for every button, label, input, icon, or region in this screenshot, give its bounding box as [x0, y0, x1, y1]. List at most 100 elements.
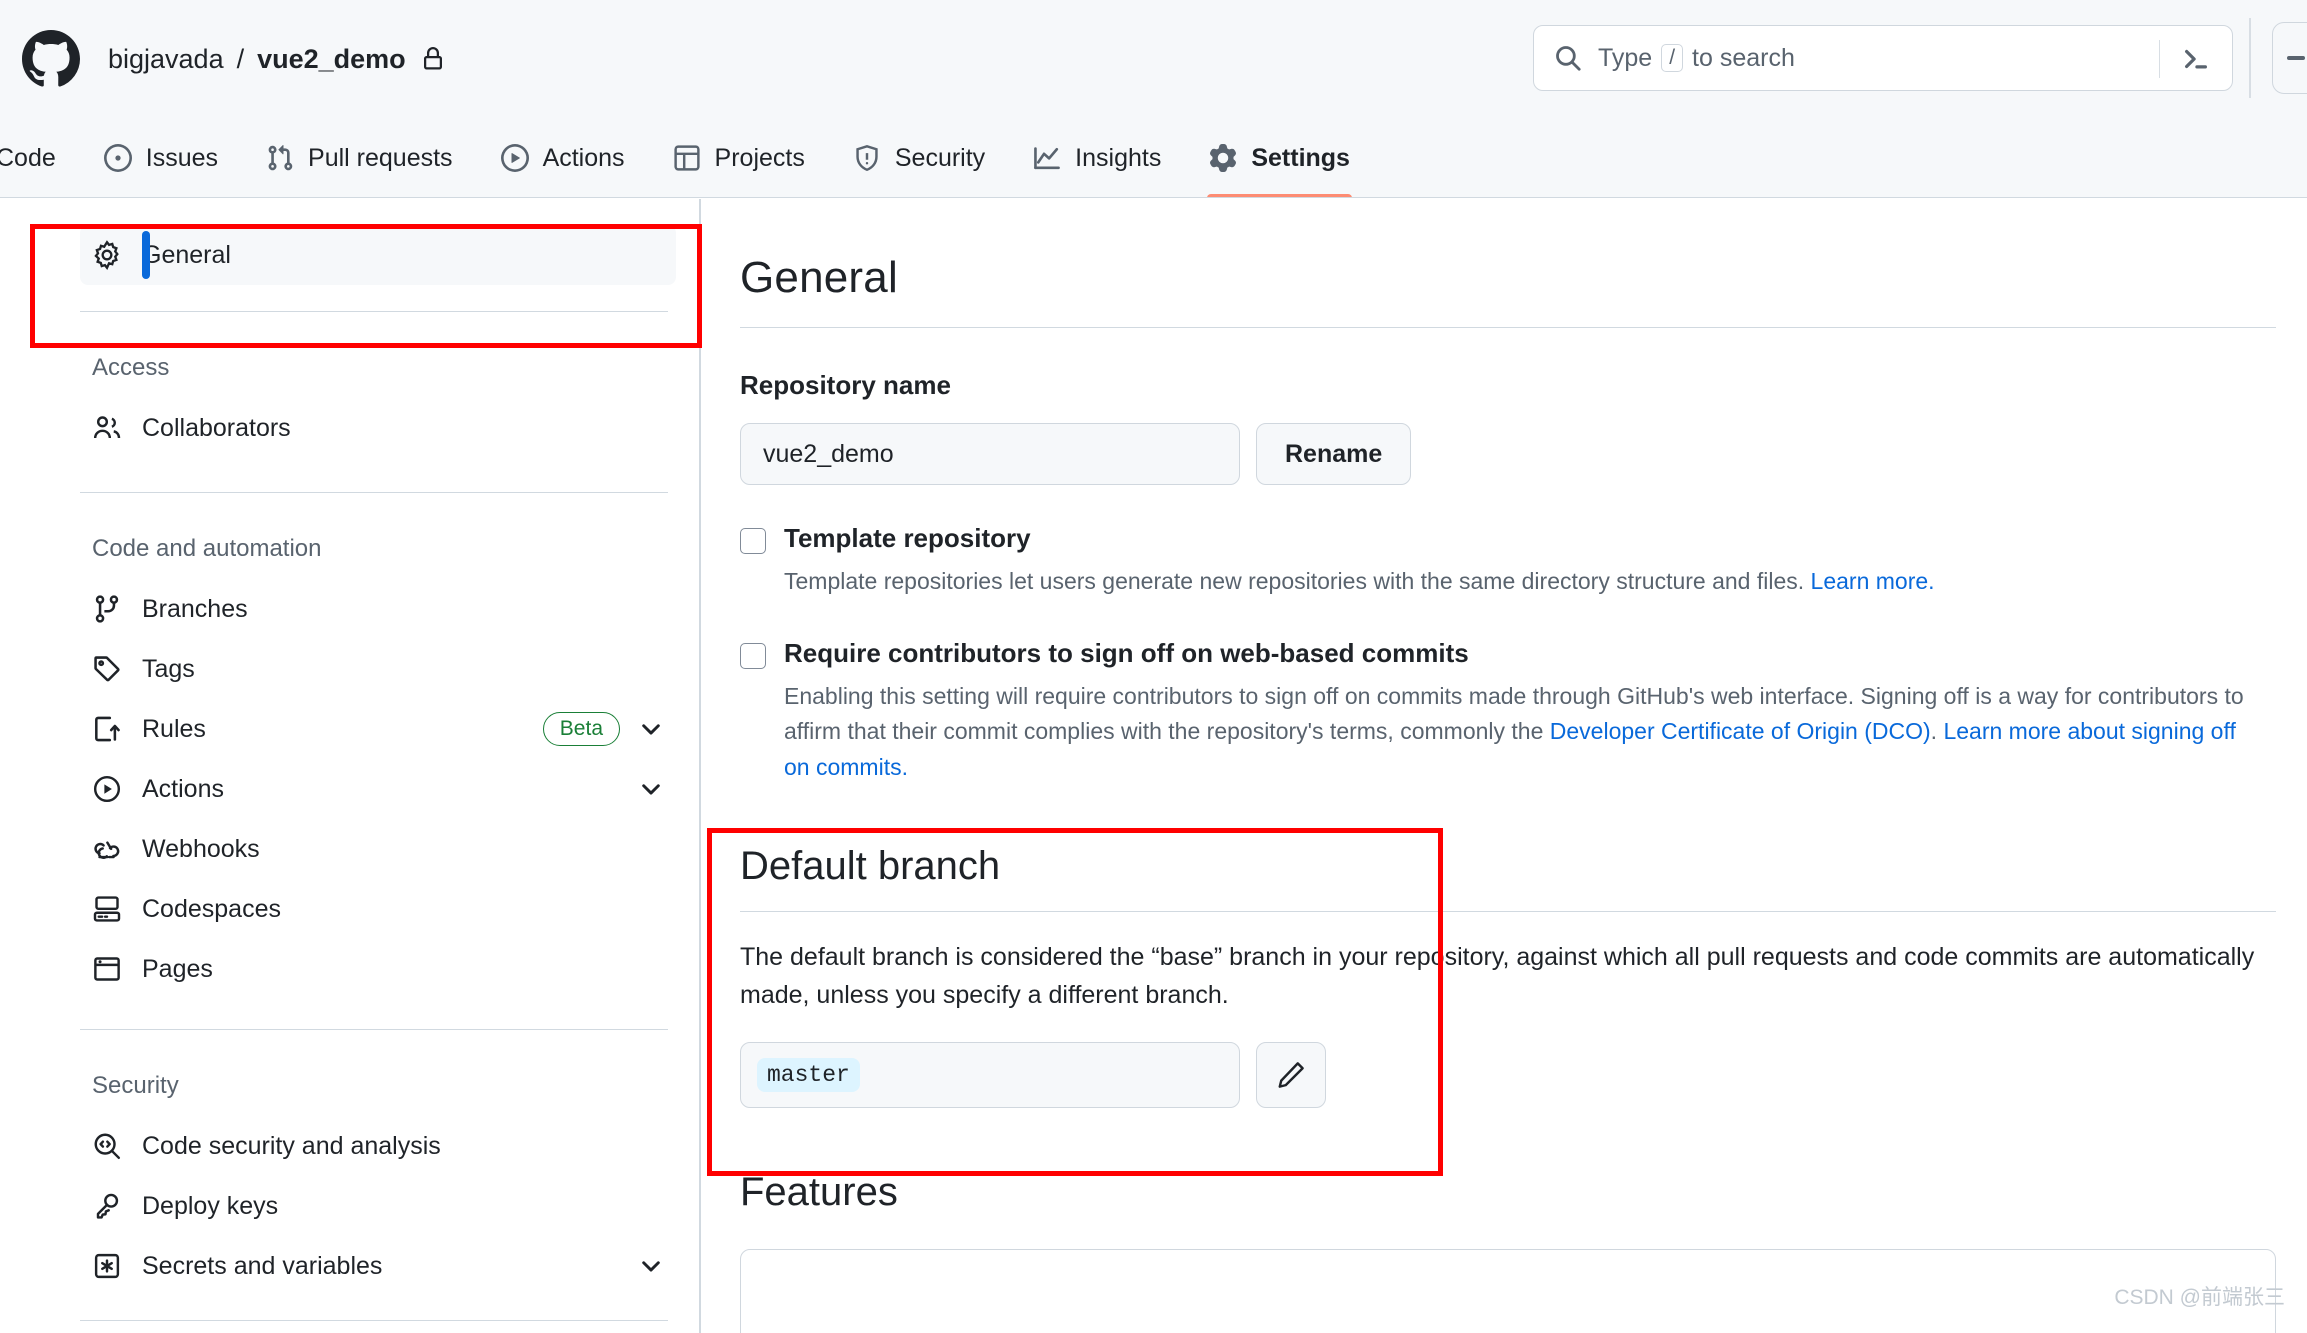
template-repository-learn-more-link[interactable]: Learn more. [1811, 568, 1935, 594]
sidebar-group-code-automation-title: Code and automation [92, 535, 322, 562]
sidebar-item-secrets-right [620, 1253, 664, 1279]
search-placeholder: Type / to search [1598, 44, 1795, 73]
tab-code[interactable]: Code [0, 118, 80, 198]
template-repository-setting: Template repository Template repositorie… [740, 523, 2307, 600]
header-overflow-button[interactable] [2272, 22, 2307, 94]
sidebar-item-branches[interactable]: Branches [80, 579, 676, 639]
page-title: General [740, 253, 898, 302]
tab-insights-label: Insights [1075, 143, 1162, 172]
chevron-down-icon[interactable] [638, 776, 664, 802]
sidebar-item-pages[interactable]: Pages [80, 939, 676, 999]
sidebar-item-rules[interactable]: Rules Beta [80, 699, 676, 759]
require-signoff-text: Require contributors to sign off on web-… [784, 638, 2264, 786]
tab-issues-label: Issues [145, 143, 219, 172]
tab-settings[interactable]: Settings [1185, 118, 1374, 198]
sidebar-item-general[interactable]: General [80, 225, 676, 285]
sidebar-item-code-security-label: Code security and analysis [142, 1131, 441, 1160]
sidebar-item-deploy-keys[interactable]: Deploy keys [80, 1176, 676, 1236]
tab-projects[interactable]: Projects [649, 118, 829, 198]
github-mark-icon[interactable] [22, 30, 80, 88]
header-overflow-glyph [2287, 56, 2305, 60]
default-branch-input[interactable]: master [740, 1041, 1240, 1108]
tab-settings-label: Settings [1251, 143, 1350, 172]
sidebar-item-codespaces-label: Codespaces [142, 894, 281, 923]
git-branch-icon [95, 595, 119, 623]
settings-main-content: General Repository name vue2_demo Rename… [740, 199, 2307, 1333]
beta-badge: Beta [542, 711, 620, 747]
tab-actions[interactable]: Actions [477, 118, 649, 198]
template-repository-text: Template repository Template repositorie… [784, 523, 1935, 600]
table-icon [673, 145, 700, 171]
repository-name-label: Repository name [740, 370, 951, 400]
chevron-down-icon[interactable] [638, 716, 664, 742]
rename-button[interactable]: Rename [1256, 423, 1412, 485]
watermark: CSDN @前端张三 [2114, 1286, 2285, 1309]
repository-name-input[interactable]: vue2_demo [740, 423, 1240, 485]
terminal-icon[interactable] [2180, 44, 2212, 74]
graph-icon [1034, 147, 1061, 170]
tab-pull-requests[interactable]: Pull requests [242, 118, 477, 198]
breadcrumb-owner[interactable]: bigjavada [108, 44, 224, 75]
default-branch-description: The default branch is considered the “ba… [740, 942, 2255, 1009]
gear-icon [1210, 144, 1237, 172]
default-branch-chip: master [757, 1057, 860, 1092]
breadcrumb-repo[interactable]: vue2_demo [257, 44, 406, 75]
search-input[interactable]: Type / to search [1533, 25, 2233, 91]
chevron-down-icon[interactable] [638, 1253, 664, 1279]
tab-pull-requests-label: Pull requests [308, 143, 453, 172]
settings-sidebar: General Access Collaborators Code and au… [0, 199, 700, 1333]
sidebar-item-collaborators[interactable]: Collaborators [80, 398, 676, 458]
people-icon [93, 416, 121, 439]
git-pull-request-icon [268, 145, 293, 171]
sidebar-item-secrets-label: Secrets and variables [142, 1251, 383, 1280]
template-repository-description: Template repositories let users generate… [784, 564, 1935, 600]
sidebar-group-security-title: Security [92, 1072, 179, 1099]
sidebar-item-rules-right: Beta [542, 711, 664, 747]
default-branch-row: master [740, 1041, 2307, 1108]
shield-icon [856, 144, 878, 172]
sidebar-item-actions[interactable]: Actions [80, 759, 676, 819]
require-signoff-description: Enabling this setting will require contr… [784, 679, 2264, 786]
browser-icon [94, 957, 120, 981]
sidebar-item-rules-label: Rules [142, 714, 206, 743]
tab-insights[interactable]: Insights [1009, 118, 1185, 198]
tab-code-label: Code [0, 143, 56, 172]
tab-projects-label: Projects [714, 143, 805, 172]
play-icon [500, 144, 529, 172]
search-placeholder-before: Type [1598, 43, 1653, 72]
sidebar-item-general-label: General [142, 240, 231, 269]
repo-nav-tabs: Code Issues Pull requests Actions Projec… [0, 118, 2307, 198]
gear-icon [94, 240, 119, 270]
sidebar-item-code-security-and-analysis[interactable]: Code security and analysis [80, 1116, 676, 1176]
asterisk-icon [94, 1253, 120, 1279]
features-panel [740, 1248, 2276, 1333]
tab-security[interactable]: Security [829, 118, 1009, 198]
require-signoff-title: Require contributors to sign off on web-… [784, 637, 1469, 668]
tab-active-underline [1207, 194, 1352, 198]
sidebar-item-secrets-and-variables[interactable]: Secrets and variables [80, 1236, 676, 1296]
require-signoff-setting: Require contributors to sign off on web-… [740, 638, 2307, 786]
tab-security-label: Security [894, 143, 986, 172]
lock-icon [423, 47, 442, 70]
issue-opened-icon [103, 144, 132, 172]
sidebar-item-tags-label: Tags [142, 654, 195, 683]
sidebar-selected-indicator [142, 231, 150, 279]
tab-issues[interactable]: Issues [80, 118, 242, 198]
require-signoff-checkbox[interactable] [740, 642, 766, 669]
dco-link[interactable]: Developer Certificate of Origin (DCO) [1550, 718, 1931, 744]
sidebar-item-actions-label: Actions [142, 774, 224, 803]
require-signoff-description-part2: . [1930, 718, 1944, 745]
sidebar-item-webhooks[interactable]: Webhooks [80, 819, 676, 879]
codespaces-icon [93, 896, 121, 922]
edit-default-branch-button[interactable] [1256, 1041, 1326, 1108]
sidebar-item-codespaces[interactable]: Codespaces [80, 879, 676, 939]
sidebar-item-actions-right [620, 776, 664, 802]
template-repository-checkbox[interactable] [740, 528, 766, 554]
sidebar-item-pages-label: Pages [142, 954, 213, 983]
rules-icon [95, 716, 120, 742]
sidebar-item-tags[interactable]: Tags [80, 639, 676, 699]
sidebar-item-branches-label: Branches [142, 594, 248, 623]
search-divider [2159, 40, 2160, 78]
sidebar-scroll-edge[interactable] [699, 199, 701, 1333]
default-branch-title: Default branch [740, 843, 1001, 888]
